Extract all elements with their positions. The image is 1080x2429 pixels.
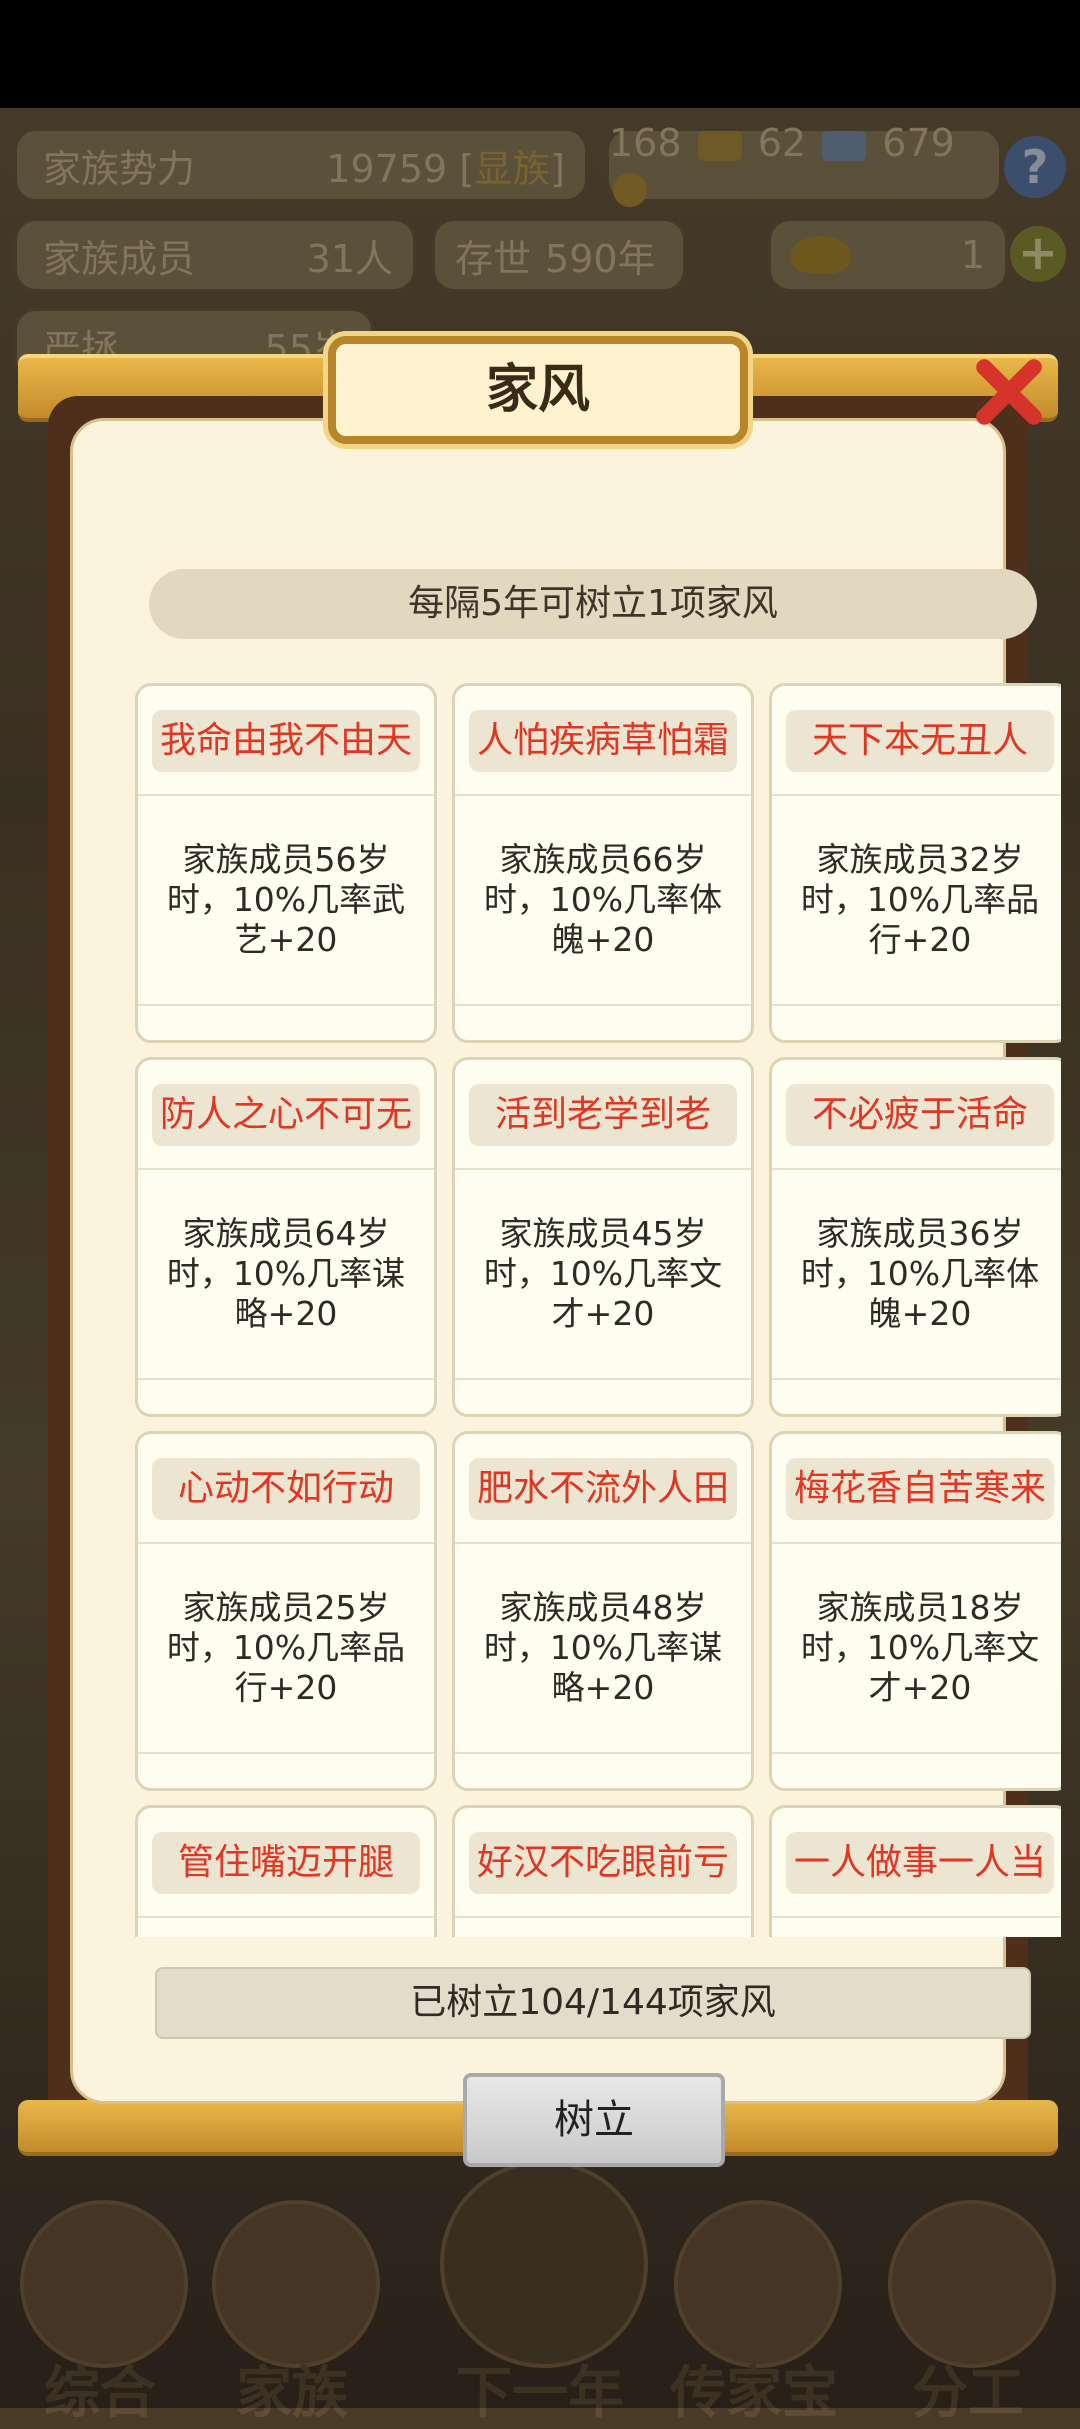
tradition-rule-text: 每隔5年可树立1项家风 (149, 569, 1037, 639)
tradition-card[interactable]: 一人做事一人当 (769, 1805, 1061, 1937)
tradition-card[interactable]: 不必疲于活命 家族成员36岁时，10%几率体魄+20 (769, 1057, 1061, 1417)
tradition-name: 梅花香自苦寒来 (786, 1458, 1054, 1520)
tradition-card[interactable]: 心动不如行动 家族成员25岁时，10%几率品行+20 (135, 1431, 437, 1791)
tradition-name: 好汉不吃眼前亏 (469, 1832, 737, 1894)
tradition-name: 心动不如行动 (152, 1458, 420, 1520)
tradition-card[interactable]: 活到老学到老 家族成员45岁时，10%几率文才+20 (452, 1057, 754, 1417)
tradition-name: 不必疲于活命 (786, 1084, 1054, 1146)
tradition-card[interactable]: 好汉不吃眼前亏 (452, 1805, 754, 1937)
tradition-desc: 家族成员64岁时，10%几率谋略+20 (166, 1214, 406, 1333)
tradition-name: 我命由我不由天 (152, 710, 420, 772)
establish-button[interactable]: 树立 (463, 2073, 725, 2167)
tradition-desc: 家族成员48岁时，10%几率谋略+20 (483, 1588, 723, 1707)
dialog-body: 每隔5年可树立1项家风 我命由我不由天 家族成员56岁时，10%几率武艺+20 … (70, 418, 1061, 2167)
tradition-desc: 家族成员56岁时，10%几率武艺+20 (166, 840, 406, 959)
dialog-title: 家风 (485, 360, 590, 420)
tradition-card[interactable]: 人怕疾病草怕霜 家族成员66岁时，10%几率体魄+20 (452, 683, 754, 1043)
close-button[interactable] (956, 340, 1056, 440)
tradition-count: 已树立104/144项家风 (155, 1967, 1031, 2039)
tradition-name: 活到老学到老 (469, 1084, 737, 1146)
tradition-desc: 家族成员66岁时，10%几率体魄+20 (483, 840, 723, 959)
tradition-desc: 家族成员25岁时，10%几率品行+20 (166, 1588, 406, 1707)
tradition-card[interactable]: 肥水不流外人田 家族成员48岁时，10%几率谋略+20 (452, 1431, 754, 1791)
tradition-name: 一人做事一人当 (786, 1832, 1054, 1894)
tradition-desc: 家族成员45岁时，10%几率文才+20 (483, 1214, 723, 1333)
tradition-name: 肥水不流外人田 (469, 1458, 737, 1520)
tradition-card[interactable]: 我命由我不由天 家族成员56岁时，10%几率武艺+20 (135, 683, 437, 1043)
status-bar (0, 0, 1080, 108)
family-tradition-dialog: 每隔5年可树立1项家风 我命由我不由天 家族成员56岁时，10%几率武艺+20 … (18, 336, 1061, 2172)
dialog-title-plate: 家风 (328, 336, 748, 444)
tradition-name: 人怕疾病草怕霜 (469, 710, 737, 772)
tradition-desc: 家族成员36岁时，10%几率体魄+20 (800, 1214, 1040, 1333)
tradition-name: 天下本无丑人 (786, 710, 1054, 772)
tradition-desc: 家族成员32岁时，10%几率品行+20 (800, 840, 1040, 959)
tradition-card[interactable]: 梅花香自苦寒来 家族成员18岁时，10%几率文才+20 (769, 1431, 1061, 1791)
tradition-desc: 家族成员18岁时，10%几率文才+20 (800, 1588, 1040, 1707)
tradition-card[interactable]: 天下本无丑人 家族成员32岁时，10%几率品行+20 (769, 683, 1061, 1043)
tradition-grid[interactable]: 我命由我不由天 家族成员56岁时，10%几率武艺+20 人怕疾病草怕霜 家族成员… (125, 683, 1061, 1937)
tradition-name: 管住嘴迈开腿 (152, 1832, 420, 1894)
tradition-card[interactable]: 管住嘴迈开腿 (135, 1805, 437, 1937)
tradition-name: 防人之心不可无 (152, 1084, 420, 1146)
tradition-card[interactable]: 防人之心不可无 家族成员64岁时，10%几率谋略+20 (135, 1057, 437, 1417)
